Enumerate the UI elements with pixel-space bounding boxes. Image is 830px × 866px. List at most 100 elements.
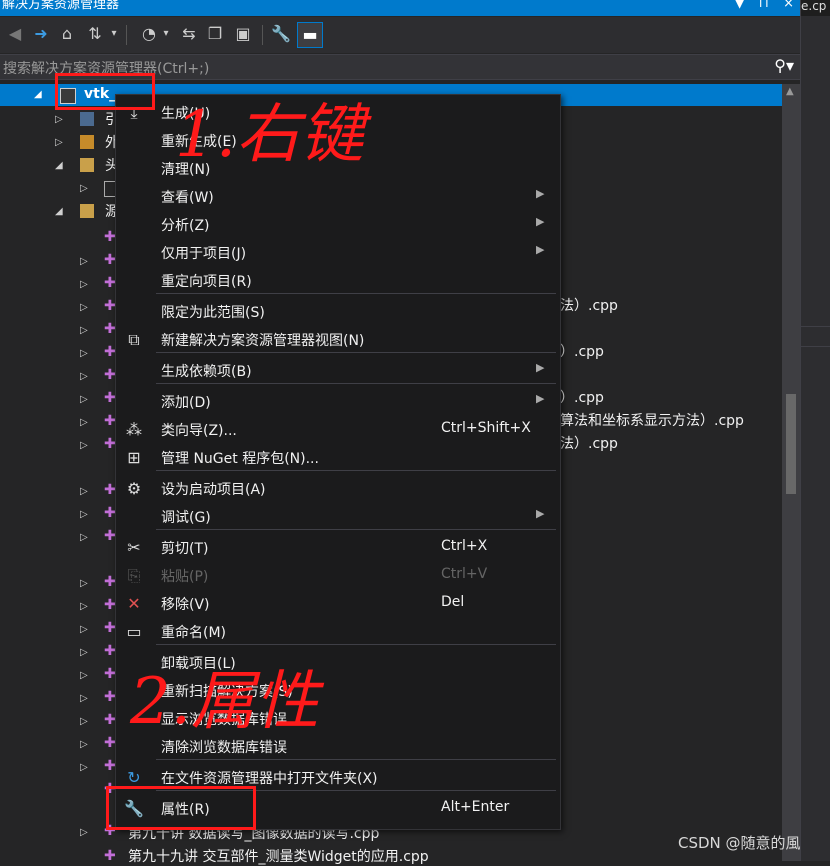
window-titlebar: 解决方案资源管理器 ▼ ⊓ × [0,0,800,16]
menu-item-label: 新建解决方案资源管理器视图(N) [161,333,365,349]
collapsed-arrow-icon[interactable]: ▷ [80,601,88,612]
home-icon[interactable]: ⌂ [56,22,78,46]
menu-item[interactable]: ✂ 剪切(T) Ctrl+X [116,534,560,562]
file-name-fragment[interactable]: 法）.cpp [560,295,618,315]
chevron-right-icon: ▶ [536,243,545,256]
collapsed-arrow-icon[interactable]: ▷ [80,509,88,520]
file-name-fragment[interactable]: 法）.cpp [560,433,618,453]
collapsed-arrow-icon[interactable]: ▷ [80,256,88,267]
menu-item[interactable]: 生成依赖项(B) ▶ [116,357,560,385]
menu-item[interactable]: ⊞ 管理 NuGet 程序包(N)... [116,444,560,472]
menu-item-label: 限定为此范围(S) [161,305,265,321]
expanded-arrow-icon[interactable]: ◢ [34,89,42,100]
folder-icon [80,158,94,172]
menu-item-label: 移除(V) [161,597,210,613]
rename-icon: ▭ [126,622,142,641]
collapsed-arrow-icon[interactable]: ▷ [80,486,88,497]
divider [262,25,263,45]
menu-item-label: 粘贴(P) [161,569,209,585]
collapsed-arrow-icon[interactable]: ▷ [80,762,88,773]
collapsed-arrow-icon[interactable]: ▷ [80,394,88,405]
close-icon[interactable]: × [783,0,794,11]
new-view-icon: ⧉ [128,330,140,349]
collapsed-arrow-icon[interactable]: ▷ [55,137,63,148]
back-icon[interactable]: ◀ [4,22,26,46]
annotation-box-properties [106,786,256,830]
wrench-icon[interactable]: 🔧 [270,22,292,46]
collapsed-arrow-icon[interactable]: ▷ [80,325,88,336]
annotation-step2: 2.属性 [130,665,320,739]
preview-icon[interactable]: ▬ [297,22,323,48]
expanded-arrow-icon[interactable]: ◢ [55,160,63,171]
collapsed-arrow-icon[interactable]: ▷ [80,302,88,313]
menu-item[interactable]: 重定向项目(R) [116,267,560,295]
file-name-fragment[interactable]: ）.cpp [560,341,604,361]
expanded-arrow-icon[interactable]: ◢ [55,206,63,217]
external-deps-icon [80,135,94,149]
menu-item[interactable]: ⧉ 新建解决方案资源管理器视图(N) [116,326,560,354]
forward-icon[interactable]: ➜ [30,22,52,46]
sync-icon[interactable]: ⇆ [178,22,200,46]
menu-item[interactable]: ▭ 重命名(M) [116,618,560,646]
file-name-fragment[interactable]: ）.cpp [560,387,604,407]
refresh-folder-icon: ↻ [127,768,141,787]
collapsed-arrow-icon[interactable]: ▷ [80,739,88,750]
menu-item-shortcut: Ctrl+X [441,538,488,554]
collapsed-arrow-icon[interactable]: ▷ [80,348,88,359]
chevron-down-icon[interactable]: ▾ [108,22,120,46]
menu-separator [156,383,556,384]
vertical-scrollbar[interactable]: ▲ [782,84,800,861]
menu-item-label: 分析(Z) [161,218,210,234]
menu-item-shortcut: Ctrl+V [441,566,488,582]
collapsed-arrow-icon[interactable]: ▷ [55,114,63,125]
collapsed-arrow-icon[interactable]: ▷ [80,183,88,194]
pin-icon[interactable]: ⊓ [759,0,769,11]
collapsed-arrow-icon[interactable]: ▷ [80,647,88,658]
chevron-right-icon: ▶ [536,392,545,405]
menu-item[interactable]: 仅用于项目(J) ▶ [116,239,560,267]
class-wizard-icon: ⁂ [126,420,142,439]
collapsed-arrow-icon[interactable]: ▷ [80,440,88,451]
collapsed-arrow-icon[interactable]: ▷ [80,371,88,382]
collapsed-arrow-icon[interactable]: ▷ [80,670,88,681]
file-name-fragment[interactable]: 算法和坐标系显示方法）.cpp [560,410,744,430]
menu-separator [156,759,556,760]
collapsed-arrow-icon[interactable]: ▷ [80,279,88,290]
collapsed-arrow-icon[interactable]: ▷ [80,693,88,704]
menu-item[interactable]: ✕ 移除(V) Del [116,590,560,618]
scissors-icon: ✂ [127,538,141,557]
scrollbar-thumb[interactable] [786,394,796,494]
menu-item[interactable]: ⁂ 类向导(Z)... Ctrl+Shift+X [116,416,560,444]
chevron-right-icon: ▶ [536,507,545,520]
paste-icon: ⎘ [127,566,141,585]
switch-views-icon[interactable]: ⇅ [84,22,106,46]
collapsed-arrow-icon[interactable]: ▷ [80,417,88,428]
chevron-down-icon[interactable]: ▾ [160,22,172,46]
annotation-step1: 1.右键 [175,98,365,172]
scroll-up-icon[interactable]: ▲ [786,86,794,97]
folder-icon [80,204,94,218]
collapsed-arrow-icon[interactable]: ▷ [80,827,88,838]
menu-item-label: 重定向项目(R) [161,274,252,290]
menu-item[interactable]: 分析(Z) ▶ [116,211,560,239]
menu-item-label: 添加(D) [161,395,211,411]
pending-changes-icon[interactable]: ◔ [138,22,160,46]
dropdown-icon[interactable]: ▼ [735,0,745,11]
collapse-all-icon[interactable]: ❐ [204,22,226,46]
remove-icon: ✕ [127,594,141,613]
tree-item-cpp[interactable]: 第九十九讲 交互部件_测量类Widget的应用.cpp [128,846,429,866]
collapsed-arrow-icon[interactable]: ▷ [80,624,88,635]
editor-tab[interactable]: e.cp [801,0,830,16]
menu-item[interactable]: 添加(D) ▶ [116,388,560,416]
search-icon[interactable]: ⚲▾ [774,56,794,75]
editor-side-strip: e.cp [800,0,830,861]
menu-item[interactable]: 查看(W) ▶ [116,183,560,211]
menu-separator [156,352,556,353]
show-all-files-icon[interactable]: ▣ [232,22,254,46]
collapsed-arrow-icon[interactable]: ▷ [80,578,88,589]
collapsed-arrow-icon[interactable]: ▷ [80,716,88,727]
menu-item[interactable]: 调试(G) ▶ [116,503,560,531]
menu-item[interactable]: 限定为此范围(S) [116,298,560,326]
collapsed-arrow-icon[interactable]: ▷ [80,532,88,543]
menu-item[interactable]: ⚙ 设为启动项目(A) [116,475,560,503]
